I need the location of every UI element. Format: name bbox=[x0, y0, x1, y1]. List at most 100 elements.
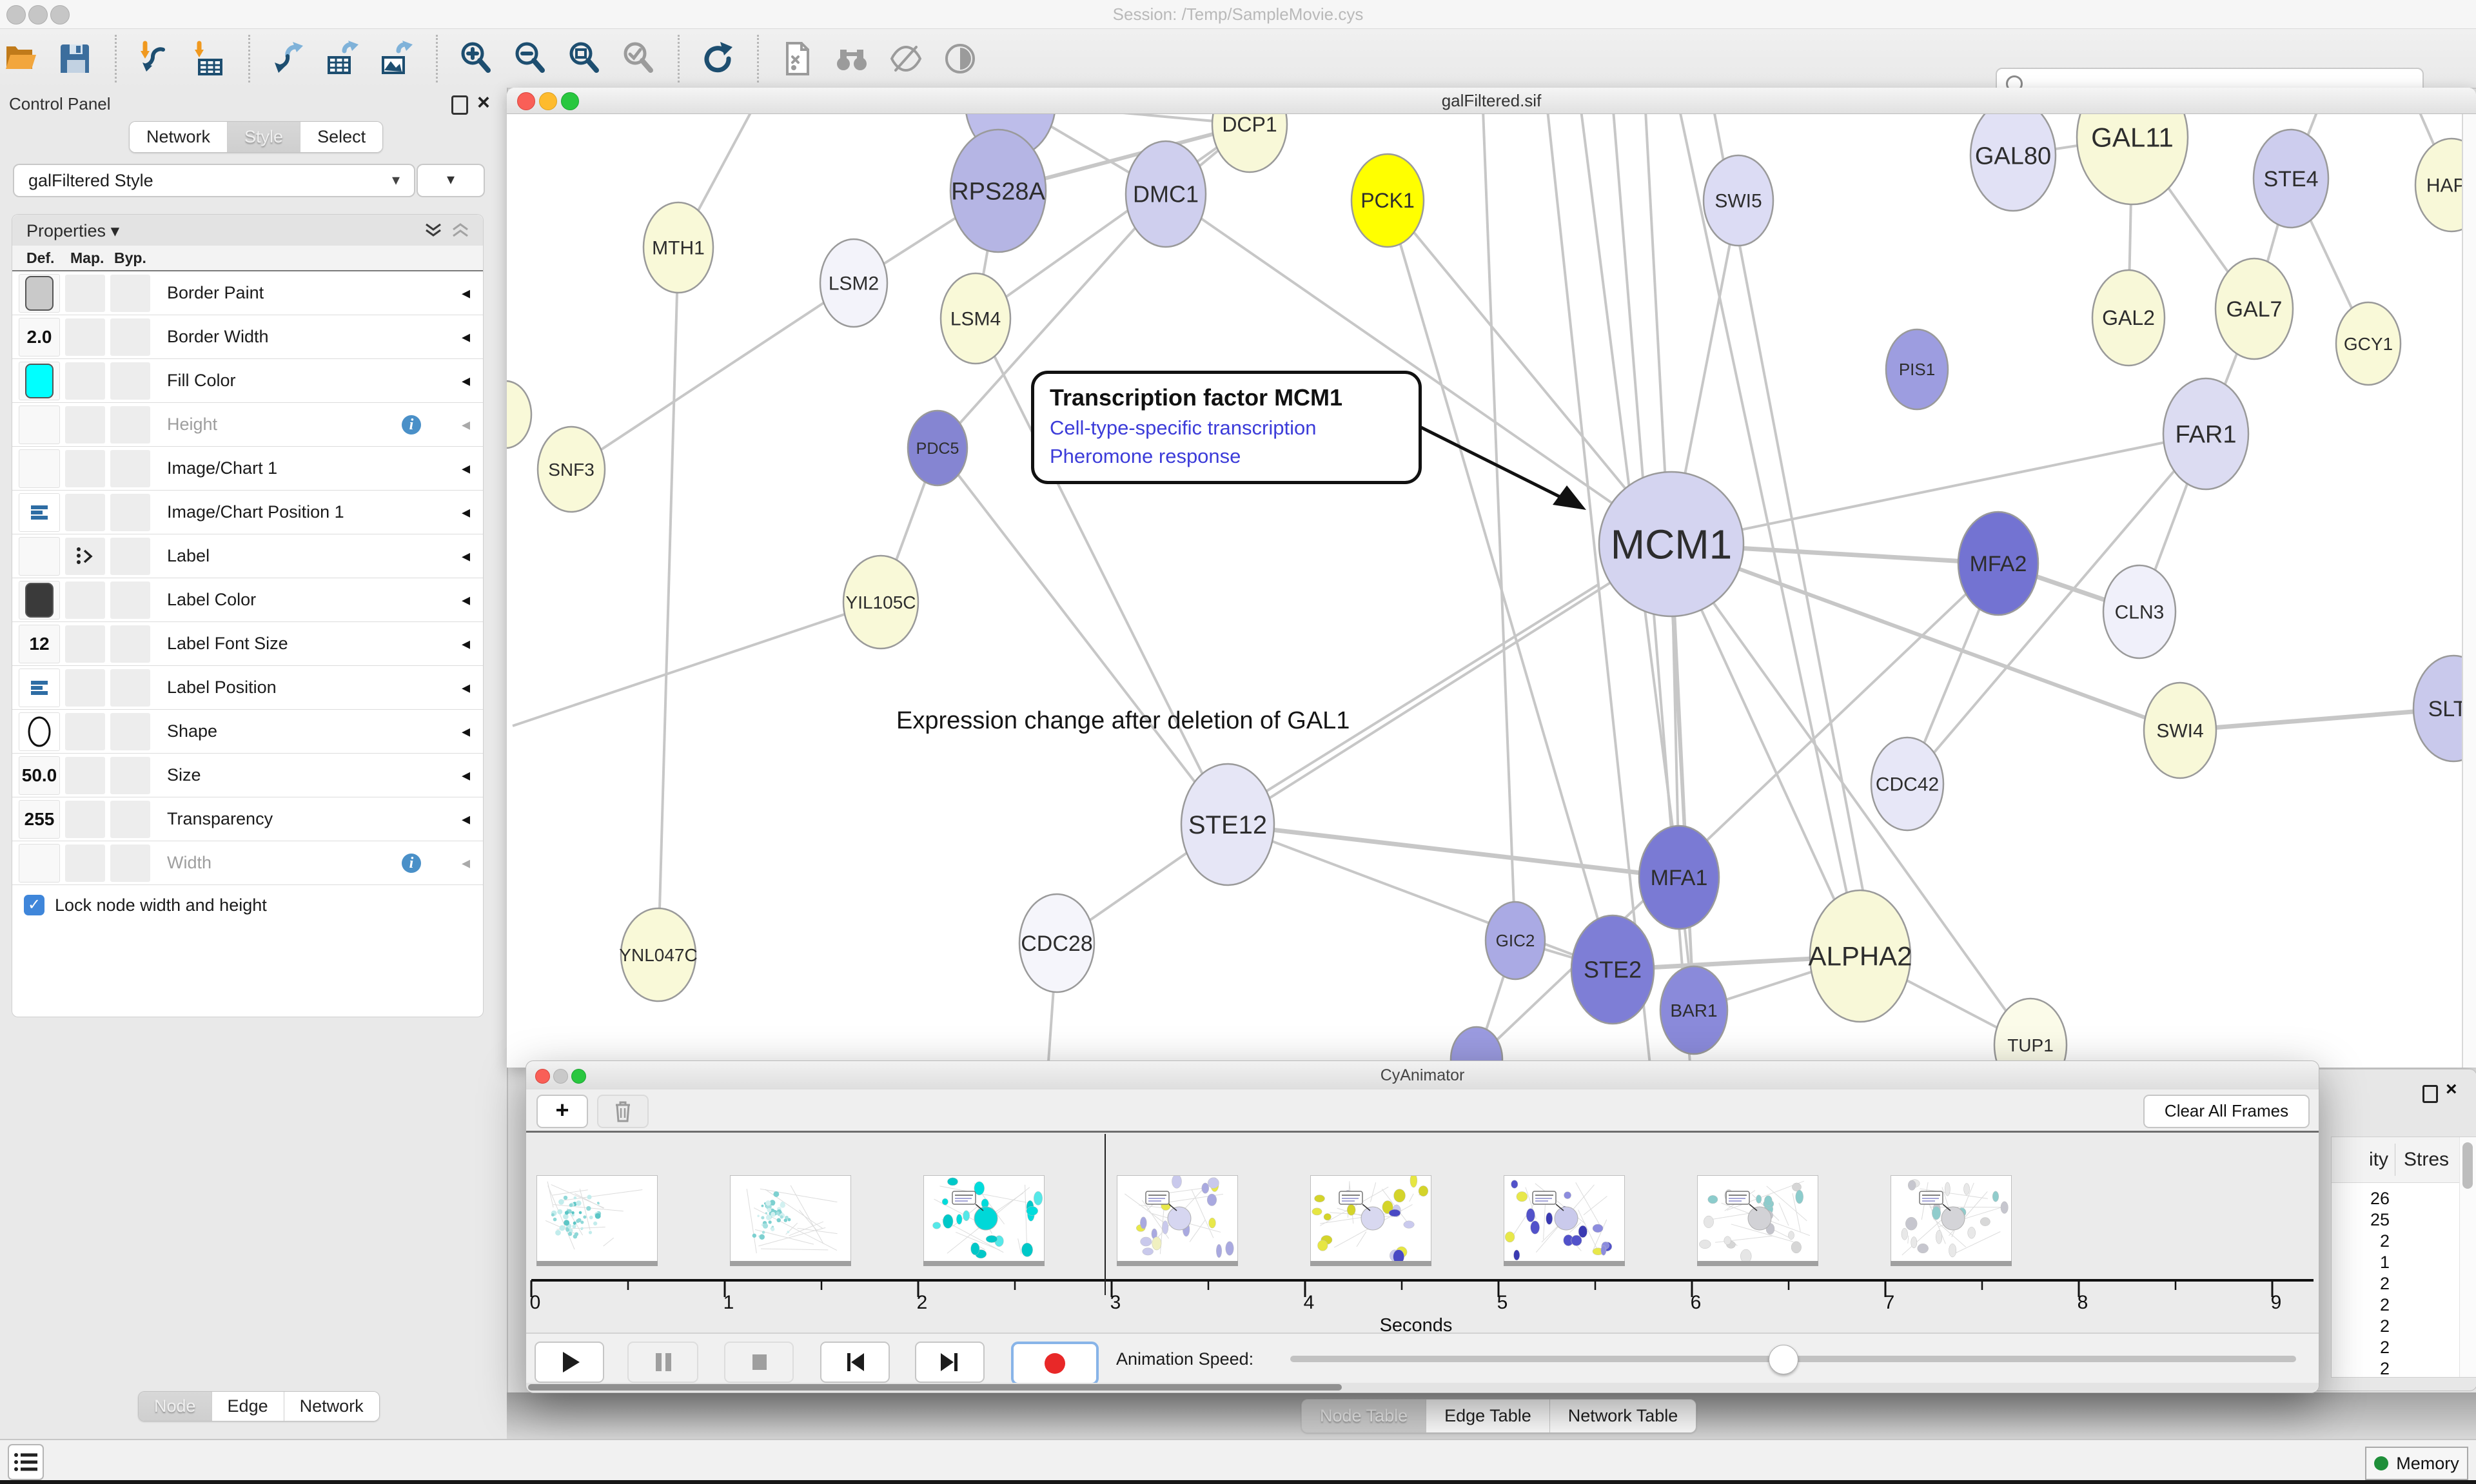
frame-thumbnail-3[interactable] bbox=[1117, 1175, 1238, 1262]
expand-arrow-icon[interactable]: ◂ bbox=[462, 678, 470, 698]
mapping-cell[interactable] bbox=[65, 801, 105, 838]
export-network-icon[interactable] bbox=[270, 39, 308, 78]
frame-thumbnail-1[interactable] bbox=[730, 1175, 851, 1262]
bypass-cell[interactable] bbox=[110, 406, 150, 444]
bypass-cell[interactable] bbox=[110, 845, 150, 882]
lock-size-checkbox[interactable]: ✓ bbox=[24, 895, 44, 915]
default-value-cell[interactable] bbox=[19, 844, 60, 883]
bypass-cell[interactable] bbox=[110, 713, 150, 750]
annotation-box[interactable]: Transcription factor MCM1 Cell-type-spec… bbox=[1031, 371, 1422, 484]
record-button[interactable] bbox=[1011, 1342, 1099, 1385]
table-vscrollbar[interactable] bbox=[2459, 1137, 2476, 1377]
pause-button[interactable] bbox=[627, 1342, 698, 1383]
frame-thumbnail-2[interactable] bbox=[923, 1175, 1045, 1262]
network-canvas[interactable]: RPS28BDCP1RPS28ADMC1PCK1MTH1LSM2LSM4SWI5… bbox=[507, 114, 2476, 1068]
frame-thumbnail-4[interactable] bbox=[1310, 1175, 1431, 1262]
default-value-cell[interactable] bbox=[19, 669, 60, 707]
zoom-icon[interactable] bbox=[571, 1069, 586, 1084]
scrollbar-thumb[interactable] bbox=[2462, 1142, 2473, 1189]
expand-arrow-icon[interactable]: ◂ bbox=[462, 327, 470, 347]
node-lsm4[interactable]: LSM4 bbox=[941, 273, 1010, 364]
minimize-icon[interactable] bbox=[539, 92, 557, 110]
open-session-folder-icon[interactable] bbox=[3, 39, 41, 78]
zoom-selected-icon[interactable] bbox=[620, 39, 658, 78]
node-rps28a[interactable]: RPS28A bbox=[950, 130, 1046, 252]
edge[interactable] bbox=[2180, 708, 2453, 730]
node-mth1[interactable]: MTH1 bbox=[644, 202, 713, 293]
add-frame-button[interactable]: + bbox=[536, 1095, 588, 1128]
bypass-cell[interactable] bbox=[110, 538, 150, 575]
expand-arrow-icon[interactable]: ◂ bbox=[462, 502, 470, 522]
node-swi4[interactable]: SWI4 bbox=[2144, 683, 2216, 778]
import-table-icon[interactable] bbox=[190, 39, 229, 78]
node-gcy1[interactable]: GCY1 bbox=[2336, 302, 2401, 385]
annotation-link[interactable]: Cell-type-specific transcription bbox=[1050, 416, 1403, 440]
bypass-cell[interactable] bbox=[110, 625, 150, 663]
expand-arrow-icon[interactable]: ◂ bbox=[462, 458, 470, 478]
node-bar1[interactable]: BAR1 bbox=[1660, 966, 1727, 1054]
default-value-cell[interactable] bbox=[19, 581, 60, 620]
frame-thumbnail-6[interactable] bbox=[1697, 1175, 1818, 1262]
mapping-cell[interactable] bbox=[65, 406, 105, 444]
window-zoom-icon[interactable] bbox=[50, 5, 70, 24]
expand-arrow-icon[interactable]: ◂ bbox=[462, 634, 470, 654]
timeline[interactable]: 0123456789 Seconds bbox=[526, 1133, 2319, 1333]
annotation-link[interactable]: Pheromone response bbox=[1050, 445, 1403, 468]
node-mfa2[interactable]: MFA2 bbox=[1958, 512, 2038, 615]
default-value-cell[interactable] bbox=[19, 405, 60, 444]
timeline-hscrollbar[interactable] bbox=[526, 1383, 2319, 1392]
bypass-cell[interactable] bbox=[110, 362, 150, 400]
node-mfa1[interactable]: MFA1 bbox=[1639, 826, 1719, 929]
bypass-cell[interactable] bbox=[110, 801, 150, 838]
save-session-icon[interactable] bbox=[57, 39, 95, 78]
mapping-cell[interactable] bbox=[65, 757, 105, 794]
node-lsm2[interactable]: LSM2 bbox=[820, 239, 887, 327]
minimize-icon[interactable] bbox=[553, 1069, 568, 1084]
node-pdc5[interactable]: PDC5 bbox=[908, 411, 967, 485]
node-pck1[interactable]: PCK1 bbox=[1351, 154, 1424, 247]
mapping-cell[interactable] bbox=[65, 275, 105, 312]
bypass-cell[interactable] bbox=[110, 450, 150, 487]
edge[interactable] bbox=[1263, 584, 1599, 794]
frame-thumbnail-5[interactable] bbox=[1504, 1175, 1625, 1262]
mapping-cell[interactable] bbox=[65, 581, 105, 619]
node-gal7[interactable]: GAL7 bbox=[2216, 259, 2293, 359]
column-stress[interactable]: Stres bbox=[2404, 1149, 2449, 1171]
close-icon[interactable] bbox=[535, 1069, 550, 1084]
import-network-icon[interactable] bbox=[136, 39, 175, 78]
node-swi5[interactable]: SWI5 bbox=[1704, 155, 1773, 246]
skip-start-button[interactable] bbox=[820, 1342, 890, 1383]
expand-arrow-icon[interactable]: ◂ bbox=[462, 590, 470, 610]
node-ynl047c[interactable]: YNL047C bbox=[619, 908, 697, 1001]
edge[interactable] bbox=[1483, 114, 1515, 941]
default-value-cell[interactable]: 50.0 bbox=[19, 756, 60, 795]
mapping-cell[interactable] bbox=[65, 845, 105, 882]
zoom-icon[interactable] bbox=[561, 92, 579, 110]
mapping-cell[interactable] bbox=[65, 669, 105, 707]
expand-arrow-icon[interactable]: ◂ bbox=[462, 853, 470, 873]
clear-all-frames-button[interactable]: Clear All Frames bbox=[2143, 1095, 2310, 1128]
default-value-cell[interactable] bbox=[19, 712, 60, 751]
mapping-cell[interactable] bbox=[65, 494, 105, 531]
node-nls[interactable] bbox=[507, 381, 531, 448]
expand-arrow-icon[interactable]: ◂ bbox=[462, 546, 470, 566]
bypass-cell[interactable] bbox=[110, 494, 150, 531]
node-cln3[interactable]: CLN3 bbox=[2103, 565, 2176, 658]
panel-menu-button[interactable] bbox=[8, 1444, 44, 1480]
frame-thumbnail-0[interactable] bbox=[536, 1175, 658, 1262]
default-value-cell[interactable] bbox=[19, 493, 60, 532]
mapping-cell[interactable] bbox=[65, 362, 105, 400]
node-ste12[interactable]: STE12 bbox=[1181, 764, 1274, 885]
cyanimator-titlebar[interactable]: CyAnimator bbox=[526, 1061, 2319, 1090]
node-dcp1[interactable]: DCP1 bbox=[1212, 114, 1287, 172]
bypass-cell[interactable] bbox=[110, 757, 150, 794]
tab-edge[interactable]: Edge bbox=[212, 1392, 284, 1421]
edge[interactable] bbox=[571, 283, 854, 469]
float-panel-icon[interactable] bbox=[2422, 1085, 2438, 1103]
expand-arrow-icon[interactable]: ◂ bbox=[462, 371, 470, 391]
edge[interactable] bbox=[1671, 544, 2180, 730]
close-panel-icon[interactable]: × bbox=[2446, 1079, 2457, 1100]
tab-node[interactable]: Node bbox=[139, 1392, 212, 1421]
stop-button[interactable] bbox=[724, 1342, 794, 1383]
window-close-icon[interactable] bbox=[6, 5, 26, 24]
